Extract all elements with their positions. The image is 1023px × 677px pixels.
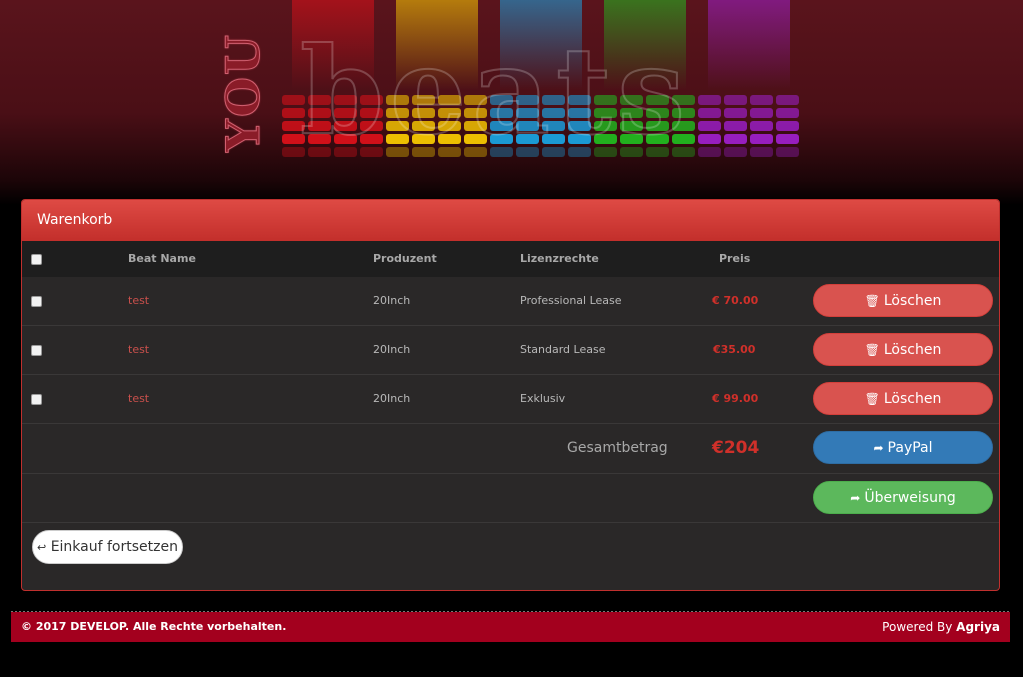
delete-button[interactable]: 🗑 Löschen (813, 382, 993, 415)
trash-icon: 🗑 (864, 392, 880, 406)
logo-you-text: YOU (216, 32, 271, 152)
delete-button[interactable]: 🗑 Löschen (813, 333, 993, 366)
paypal-label: PayPal (887, 440, 933, 456)
beat-name-link[interactable]: test (128, 326, 149, 374)
delete-button[interactable]: 🗑 Löschen (813, 284, 993, 317)
delete-label: Löschen (883, 391, 942, 407)
paypal-button[interactable]: ➦ PayPal (813, 431, 993, 464)
column-producer: Produzent (373, 252, 437, 265)
footer: © 2017 DEVELOP. Alle Rechte vorbehalten.… (11, 612, 1010, 642)
license-cell: Professional Lease (520, 294, 622, 307)
copyright-text: © 2017 DEVELOP. Alle Rechte vorbehalten. (21, 620, 287, 633)
producer-cell: 20Inch (373, 294, 411, 307)
delete-label: Löschen (883, 342, 942, 358)
cart-panel: Warenkorb Beat Name Produzent Lizenzrech… (21, 199, 1000, 591)
header-banner: YOU beats (0, 0, 1023, 205)
row-checkbox[interactable] (31, 296, 42, 307)
row-checkbox[interactable] (31, 394, 42, 405)
total-row: Gesamtbetrag €204 ➦ PayPal (22, 424, 999, 474)
powered-by-label: Powered By (882, 620, 953, 634)
price-cell: €35.00 (713, 343, 756, 356)
price-cell: € 99.00 (712, 392, 759, 405)
column-price: Preis (719, 252, 751, 265)
table-row: test 20Inch Standard Lease €35.00 🗑 Lösch… (22, 326, 999, 375)
continue-shopping-button[interactable]: ↩ Einkauf fortsetzen (32, 530, 183, 564)
select-all-checkbox[interactable] (31, 254, 42, 265)
transfer-label: Überweisung (864, 490, 956, 506)
trash-icon: 🗑 (864, 343, 880, 357)
share-icon: ➦ (873, 441, 884, 455)
total-label: Gesamtbetrag (567, 440, 668, 456)
transfer-row: ➦ Überweisung (22, 474, 999, 523)
beat-name-link[interactable]: test (128, 375, 149, 423)
total-value: €204 (712, 438, 760, 458)
cart-table-header: Beat Name Produzent Lizenzrechte Preis (22, 241, 999, 277)
producer-cell: 20Inch (373, 392, 411, 405)
logo-beats-text: beats (299, 21, 691, 162)
back-arrow-icon: ↩ (37, 541, 47, 554)
column-beat-name: Beat Name (128, 252, 196, 265)
share-icon: ➦ (850, 491, 861, 505)
bank-transfer-button[interactable]: ➦ Überweisung (813, 481, 993, 514)
producer-cell: 20Inch (373, 343, 411, 356)
column-license: Lizenzrechte (520, 252, 599, 265)
delete-label: Löschen (883, 293, 942, 309)
continue-label: Einkauf fortsetzen (50, 539, 178, 555)
powered-by-brand-link[interactable]: Agriya (956, 620, 1000, 634)
cart-heading: Warenkorb (22, 200, 999, 241)
beat-name-link[interactable]: test (128, 277, 149, 325)
trash-icon: 🗑 (864, 294, 880, 308)
table-row: test 20Inch Professional Lease € 70.00 🗑… (22, 277, 999, 326)
table-row: test 20Inch Exklusiv € 99.00 🗑 Löschen (22, 375, 999, 424)
license-cell: Exklusiv (520, 392, 566, 405)
row-checkbox[interactable] (31, 345, 42, 356)
license-cell: Standard Lease (520, 343, 606, 356)
price-cell: € 70.00 (712, 294, 759, 307)
powered-by: Powered By Agriya (882, 612, 1000, 642)
